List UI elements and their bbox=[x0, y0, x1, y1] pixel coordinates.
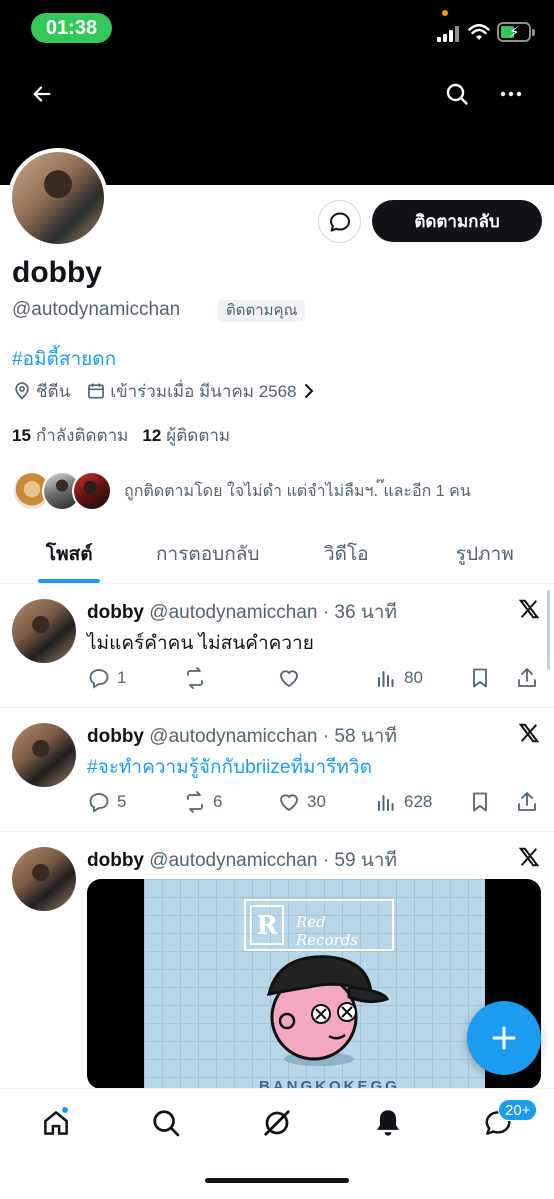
follows-you-badge: ติดตามคุณ bbox=[218, 300, 306, 322]
post-author-name: dobby bbox=[87, 850, 144, 871]
home-indicator[interactable] bbox=[205, 1178, 349, 1183]
followed-by-row[interactable]: ถูกติดตามโดย ใจไม่ดำ แต่จำไม่ลืมฯ. ๊และอ… bbox=[12, 468, 471, 514]
privacy-indicator-dot bbox=[442, 10, 448, 16]
messages-badge: 20+ bbox=[498, 1099, 538, 1121]
bookmark-icon bbox=[473, 668, 487, 688]
repost-icon bbox=[187, 791, 203, 813]
post-actions: 5 6 30 628 bbox=[87, 788, 541, 816]
cartoon-character-illustration bbox=[266, 955, 389, 1066]
chevron-right-icon[interactable] bbox=[303, 383, 315, 399]
share-button[interactable] bbox=[515, 788, 539, 816]
views-icon bbox=[378, 795, 394, 811]
post-avatar[interactable] bbox=[12, 723, 76, 787]
profile-bio-hashtag[interactable]: #อมิตี้สายดก bbox=[12, 344, 116, 374]
post-item[interactable]: dobby @autodynamicchan · 58 นาที #จะทำคว… bbox=[0, 709, 554, 832]
following-count-link[interactable]: 15 กำลังติดตาม bbox=[12, 422, 128, 449]
nav-notifications[interactable] bbox=[366, 1103, 410, 1143]
battery-icon: ⚡ bbox=[497, 22, 535, 42]
repost-icon bbox=[187, 667, 203, 689]
post-avatar[interactable] bbox=[12, 599, 76, 663]
like-icon bbox=[280, 670, 298, 688]
x-logo-icon[interactable] bbox=[518, 598, 540, 620]
search-icon bbox=[153, 1110, 180, 1137]
repost-button[interactable]: 6 bbox=[183, 788, 222, 816]
follow-counts: 15 กำลังติดตาม 12 ผู้ติดตาม bbox=[12, 422, 244, 449]
more-button[interactable] bbox=[495, 78, 527, 110]
compose-button[interactable] bbox=[467, 1001, 541, 1075]
post-handle-time: @autodynamicchan · 59 นาที bbox=[149, 850, 397, 871]
notifications-icon bbox=[377, 1110, 399, 1136]
followed-by-text: ถูกติดตามโดย ใจไม่ดำ แต่จำไม่ลืมฯ. ๊และอ… bbox=[124, 482, 471, 500]
share-button[interactable] bbox=[515, 664, 539, 692]
profile-handle: @autodynamicchan bbox=[12, 299, 181, 320]
nav-home[interactable] bbox=[34, 1103, 78, 1143]
views-button[interactable]: 80 bbox=[374, 664, 423, 692]
share-icon bbox=[518, 792, 536, 811]
post-author-name: dobby bbox=[87, 726, 144, 747]
display-name: dobby bbox=[12, 256, 102, 289]
bookmark-button[interactable] bbox=[468, 664, 492, 692]
tab-photos[interactable]: รูปภาพ bbox=[416, 524, 554, 583]
post-text-hashtag[interactable]: #จะทำความรู้จักกับbriizeที่มารีทวิต bbox=[87, 752, 372, 782]
tab-posts[interactable]: โพสต์ bbox=[0, 524, 139, 583]
home-unread-dot bbox=[61, 1106, 69, 1114]
like-button[interactable]: 30 bbox=[277, 788, 326, 816]
tab-replies[interactable]: การตอบกลับ bbox=[139, 524, 278, 583]
reply-button[interactable]: 1 bbox=[87, 664, 126, 692]
compose-icon bbox=[492, 1026, 516, 1050]
follower-avatar bbox=[72, 471, 112, 511]
more-icon bbox=[500, 91, 522, 97]
back-button[interactable] bbox=[26, 78, 58, 110]
post-actions: 1 80 bbox=[87, 664, 541, 692]
grok-icon bbox=[264, 1110, 290, 1136]
reply-icon bbox=[89, 669, 109, 689]
reply-icon bbox=[89, 793, 109, 813]
post-text: ไม่แคร์คำคน ไม่สนคำควาย bbox=[87, 633, 314, 654]
x-logo-icon[interactable] bbox=[518, 722, 540, 744]
profile-meta: ชีตีน เข้าร่วมเมื่อ มีนาคม 2568 bbox=[12, 378, 319, 404]
post-handle-time: @autodynamicchan · 36 นาที bbox=[149, 602, 397, 623]
post-avatar[interactable] bbox=[12, 847, 76, 911]
followers-count-link[interactable]: 12 ผู้ติดตาม bbox=[142, 422, 230, 449]
message-button[interactable] bbox=[318, 200, 361, 243]
share-icon bbox=[518, 668, 536, 687]
bookmark-icon bbox=[473, 792, 487, 812]
profile-location: ชีตีน bbox=[36, 381, 71, 401]
profile-joined-date: เข้าร่วมเมื่อ มีนาคม 2568 bbox=[110, 381, 297, 401]
cellular-signal-icon bbox=[437, 26, 461, 42]
nav-grok[interactable] bbox=[255, 1103, 299, 1143]
follow-back-button[interactable]: ติดตามกลับ bbox=[372, 200, 542, 242]
like-icon bbox=[280, 794, 298, 812]
wifi-icon bbox=[468, 24, 490, 40]
post-header: dobby @autodynamicchan · 59 นาที bbox=[87, 845, 397, 875]
repost-button[interactable] bbox=[183, 664, 213, 692]
profile-avatar[interactable] bbox=[8, 148, 108, 248]
location-icon bbox=[12, 381, 32, 401]
like-button[interactable] bbox=[277, 664, 307, 692]
search-button[interactable] bbox=[441, 78, 473, 110]
status-time: 01:38 bbox=[31, 13, 112, 43]
post-author-name: dobby bbox=[87, 602, 144, 623]
tab-videos[interactable]: วิดีโอ bbox=[277, 524, 416, 583]
post-handle-time: @autodynamicchan · 58 นาที bbox=[149, 726, 397, 747]
profile-tabs: โพสต์ การตอบกลับ วิดีโอ รูปภาพ bbox=[0, 524, 554, 584]
post-header: dobby @autodynamicchan · 58 นาที bbox=[87, 721, 397, 751]
post-item[interactable]: dobby @autodynamicchan · 36 นาที ไม่แคร์… bbox=[0, 585, 554, 708]
message-icon bbox=[329, 212, 350, 231]
post-header: dobby @autodynamicchan · 36 นาที bbox=[87, 597, 397, 627]
calendar-icon bbox=[86, 381, 106, 401]
search-icon bbox=[446, 83, 468, 105]
reply-button[interactable]: 5 bbox=[87, 788, 126, 816]
bookmark-button[interactable] bbox=[468, 788, 492, 816]
views-icon bbox=[378, 671, 394, 687]
nav-search[interactable] bbox=[144, 1103, 188, 1143]
x-logo-icon[interactable] bbox=[518, 846, 540, 868]
back-arrow-icon bbox=[33, 86, 51, 102]
views-button[interactable]: 628 bbox=[374, 788, 432, 816]
